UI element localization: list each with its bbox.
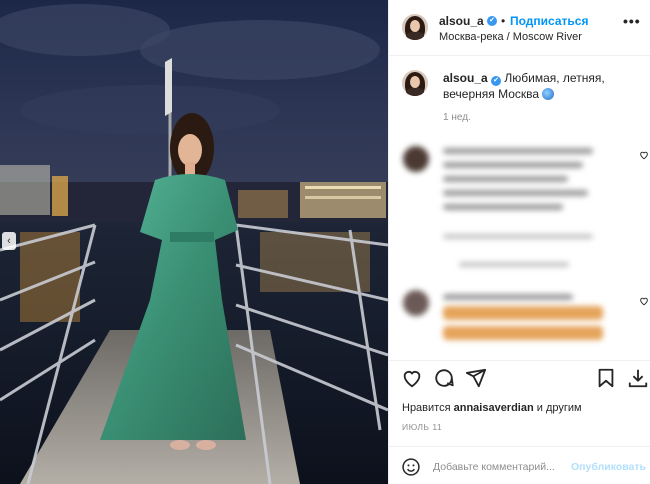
comment-text-line: [443, 176, 568, 182]
comment-text-line: [443, 294, 573, 300]
view-replies[interactable]: [459, 262, 569, 267]
more-options-icon[interactable]: •••: [623, 13, 641, 29]
caption: alsou_a ✔ Любимая, летняя, вечерняя Моск…: [443, 70, 643, 102]
avatar[interactable]: [402, 14, 428, 40]
likes-suffix[interactable]: и другим: [537, 402, 582, 414]
comment-emoji-row: [443, 306, 603, 320]
share-icon[interactable]: [465, 367, 487, 389]
comment-heart-icon[interactable]: [639, 296, 649, 306]
comment-icon[interactable]: [433, 367, 455, 389]
likes-prefix: Нравится: [402, 402, 451, 414]
comment-avatar[interactable]: [403, 146, 429, 172]
caption-avatar[interactable]: [402, 70, 428, 96]
post-date: ИЮЛЬ 11: [402, 422, 443, 432]
heart-icon[interactable]: [401, 367, 423, 389]
comment-emoji-row: [443, 326, 603, 340]
prev-photo-button[interactable]: ‹: [2, 232, 16, 250]
likes-line: Нравится annaisaverdian и другим: [402, 402, 582, 414]
comment-avatar[interactable]: [403, 290, 429, 316]
download-icon[interactable]: [627, 367, 649, 389]
caption-verified-icon: ✔: [491, 76, 502, 86]
verified-icon: ✔: [487, 16, 497, 26]
comment-input[interactable]: [433, 459, 569, 475]
comment-text-line: [443, 148, 593, 154]
location-link[interactable]: Москва-река / Moscow River: [439, 31, 582, 43]
post-header: alsou_a ✔ • Подписаться Москва-река / Mo…: [389, 0, 650, 56]
comment-heart-icon[interactable]: [639, 150, 649, 160]
photo-image: [0, 0, 388, 484]
post-photo[interactable]: ‹: [0, 0, 388, 484]
publish-button[interactable]: Опубликовать: [571, 461, 646, 473]
post-age: 1 нед.: [443, 112, 471, 123]
post-side-panel: alsou_a ✔ • Подписаться Москва-река / Mo…: [388, 0, 650, 484]
globe-emoji-icon: [542, 88, 555, 100]
comment-meta: [443, 234, 593, 239]
comment-text-line: [443, 190, 588, 196]
caption-username[interactable]: alsou_a: [443, 71, 488, 85]
action-bar: [389, 360, 650, 394]
header-username[interactable]: alsou_a: [439, 14, 484, 28]
follow-button[interactable]: Подписаться: [510, 14, 588, 28]
comment-text-line: [443, 162, 583, 168]
smile-icon[interactable]: [401, 457, 421, 477]
likes-user-link[interactable]: annaisaverdian: [454, 402, 534, 414]
bookmark-icon[interactable]: [595, 367, 617, 389]
separator: •: [501, 14, 506, 28]
comment-bar: Опубликовать: [389, 446, 650, 484]
comment-text-line: [443, 204, 563, 210]
